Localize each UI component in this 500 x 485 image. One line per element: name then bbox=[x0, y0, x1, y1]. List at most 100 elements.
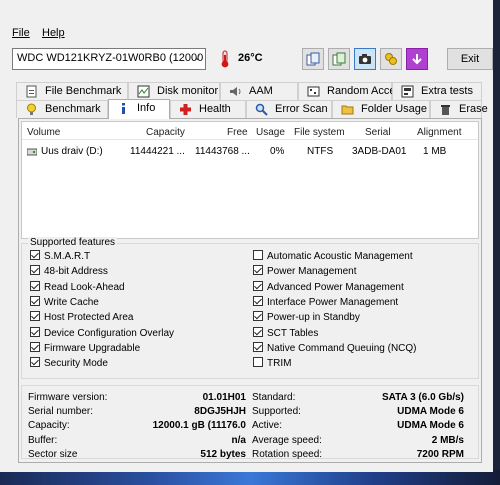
cell-free: 11443768 ... bbox=[195, 146, 250, 157]
random-access-icon bbox=[307, 86, 320, 97]
col-header-alignment[interactable]: Alignment bbox=[417, 127, 461, 138]
copy-button[interactable] bbox=[302, 48, 324, 70]
cell-capacity: 11444221 ... bbox=[130, 146, 185, 157]
lightbulb-icon bbox=[27, 103, 36, 115]
feature-checkbox bbox=[30, 295, 40, 306]
info-value: 512 bytes bbox=[200, 448, 246, 460]
feature-checkbox bbox=[30, 326, 40, 337]
info-value: 01.01H01 bbox=[202, 392, 246, 403]
feature-label: Security Mode bbox=[44, 358, 108, 370]
info-label: Buffer: bbox=[28, 434, 58, 446]
info-label: Active: bbox=[252, 420, 283, 432]
feature-label: 48-bit Address bbox=[44, 266, 108, 278]
tab-info[interactable]: Info bbox=[108, 99, 170, 119]
info-value: 12000.1 gB (11176.0 bbox=[152, 420, 246, 432]
copy-screen-button[interactable] bbox=[328, 48, 350, 70]
col-header-capacity[interactable]: Capacity bbox=[146, 127, 185, 138]
tab-disk-monitor[interactable]: Disk monitor bbox=[128, 82, 220, 100]
cell-file-system: NTFS bbox=[307, 146, 334, 157]
desktop-background bbox=[0, 470, 500, 485]
info-value: n/a bbox=[231, 434, 246, 446]
feature-checkbox bbox=[253, 341, 263, 352]
info-label: Sector size bbox=[28, 448, 78, 460]
info-value: 7200 RPM bbox=[416, 448, 464, 460]
screenshot-button[interactable] bbox=[354, 48, 376, 70]
app-window: File Help WDC WD121KRYZ-01W0RB0 (12000 g… bbox=[0, 0, 493, 472]
col-header-usage[interactable]: Usage bbox=[256, 127, 285, 138]
feature-label: Device Configuration Overlay bbox=[44, 327, 175, 339]
file-benchmark-icon bbox=[26, 85, 37, 98]
feature-advanced-power-management: Advanced Power Management bbox=[253, 280, 404, 293]
info-label: Rotation speed: bbox=[252, 448, 323, 460]
tab-random-access[interactable]: Random Access bbox=[298, 82, 406, 100]
col-header-file-system[interactable]: File system bbox=[294, 127, 345, 138]
tab-erase[interactable]: Erase bbox=[430, 100, 488, 118]
trash-icon bbox=[441, 105, 450, 115]
feature-label: Write Cache bbox=[44, 296, 99, 308]
tab-benchmark[interactable]: Benchmark bbox=[16, 100, 108, 118]
compare-button[interactable] bbox=[380, 48, 402, 70]
drive-select-value: WDC WD121KRYZ-01W0RB0 (12000 gB bbox=[17, 52, 206, 64]
feature-write-cache: Write Cache bbox=[30, 295, 99, 308]
info-label: Capacity: bbox=[28, 420, 70, 432]
tab-folder-usage[interactable]: Folder Usage bbox=[332, 100, 430, 118]
tab-error-scan[interactable]: Error Scan bbox=[246, 100, 332, 118]
feature-checkbox bbox=[30, 265, 40, 276]
camera-icon bbox=[359, 54, 371, 64]
feature-checkbox bbox=[253, 357, 263, 368]
feature-label: SCT Tables bbox=[267, 327, 319, 339]
cell-usage: 0% bbox=[270, 146, 285, 157]
feature-checkbox bbox=[30, 250, 40, 260]
feature-checkbox bbox=[253, 265, 263, 276]
col-header-free[interactable]: Free bbox=[227, 127, 248, 138]
extra-tests-icon bbox=[401, 85, 414, 98]
info-value: 2 MB/s bbox=[431, 434, 464, 446]
magnifier-icon bbox=[255, 103, 268, 116]
cell-volume: Uus draiv (D:) bbox=[41, 146, 103, 157]
info-label: Supported: bbox=[252, 406, 301, 418]
info-label: Serial number: bbox=[28, 406, 94, 418]
feature-host-protected-area: Host Protected Area bbox=[30, 311, 134, 323]
health-cross-icon bbox=[180, 104, 191, 115]
feature-interface-power-management: Interface Power Management bbox=[253, 295, 398, 308]
col-header-serial[interactable]: Serial bbox=[365, 127, 391, 138]
exit-button[interactable]: Exit bbox=[447, 48, 493, 70]
menu-file[interactable]: File bbox=[12, 27, 30, 39]
feature-checkbox bbox=[30, 341, 40, 352]
menu-help[interactable]: Help bbox=[42, 27, 65, 39]
drive-info-group: Firmware version: 01.01H01 Serial number: 8… bbox=[21, 385, 479, 460]
feature-label: Read Look-Ahead bbox=[44, 281, 125, 293]
copy-screen-icon bbox=[332, 52, 346, 66]
col-header-volume[interactable]: Volume bbox=[27, 127, 60, 138]
feature-checkbox bbox=[253, 250, 263, 260]
info-panel: Volume Capacity Free Usage File system S… bbox=[18, 118, 482, 463]
supported-features-title: Supported features bbox=[28, 237, 118, 248]
tab-row-2: Benchmark Info Health Error Scan Folder … bbox=[16, 99, 488, 119]
feature-checkbox bbox=[253, 326, 263, 337]
tab-health[interactable]: Health bbox=[170, 100, 246, 118]
feature-label: Native Command Queuing (NCQ) bbox=[267, 342, 417, 354]
speaker-icon bbox=[230, 87, 241, 96]
save-button[interactable] bbox=[406, 48, 428, 70]
tab-aam[interactable]: AAM bbox=[220, 82, 298, 100]
drive-select[interactable]: WDC WD121KRYZ-01W0RB0 (12000 gB ∨ bbox=[12, 48, 206, 70]
feature-checkbox bbox=[30, 311, 40, 322]
feature-firmware-upgradable: Firmware Upgradable bbox=[30, 341, 140, 354]
temperature-value: 26°C bbox=[238, 52, 263, 64]
menu-bar: File Help bbox=[0, 26, 493, 42]
feature-label: Automatic Acoustic Management bbox=[267, 251, 413, 262]
info-label: Firmware version: bbox=[28, 392, 108, 403]
feature-checkbox bbox=[253, 280, 263, 291]
tab-row-1: File Benchmark Disk monitor AAM Random A… bbox=[16, 82, 482, 100]
tab-file-benchmark[interactable]: File Benchmark bbox=[16, 82, 128, 100]
volume-list[interactable]: Volume Capacity Free Usage File system S… bbox=[21, 121, 479, 239]
info-value: UDMA Mode 6 bbox=[397, 420, 464, 432]
feature-checkbox bbox=[30, 280, 40, 291]
feature-read-look-ahead: Read Look-Ahead bbox=[30, 280, 125, 293]
info-value: UDMA Mode 6 bbox=[397, 406, 464, 418]
chevron-down-icon: ∨ bbox=[193, 52, 201, 63]
drive-icon bbox=[27, 148, 37, 156]
feature-label: Power-up in Standby bbox=[267, 312, 360, 324]
tab-extra-tests[interactable]: Extra tests bbox=[392, 82, 482, 100]
info-label: Standard: bbox=[252, 392, 296, 403]
